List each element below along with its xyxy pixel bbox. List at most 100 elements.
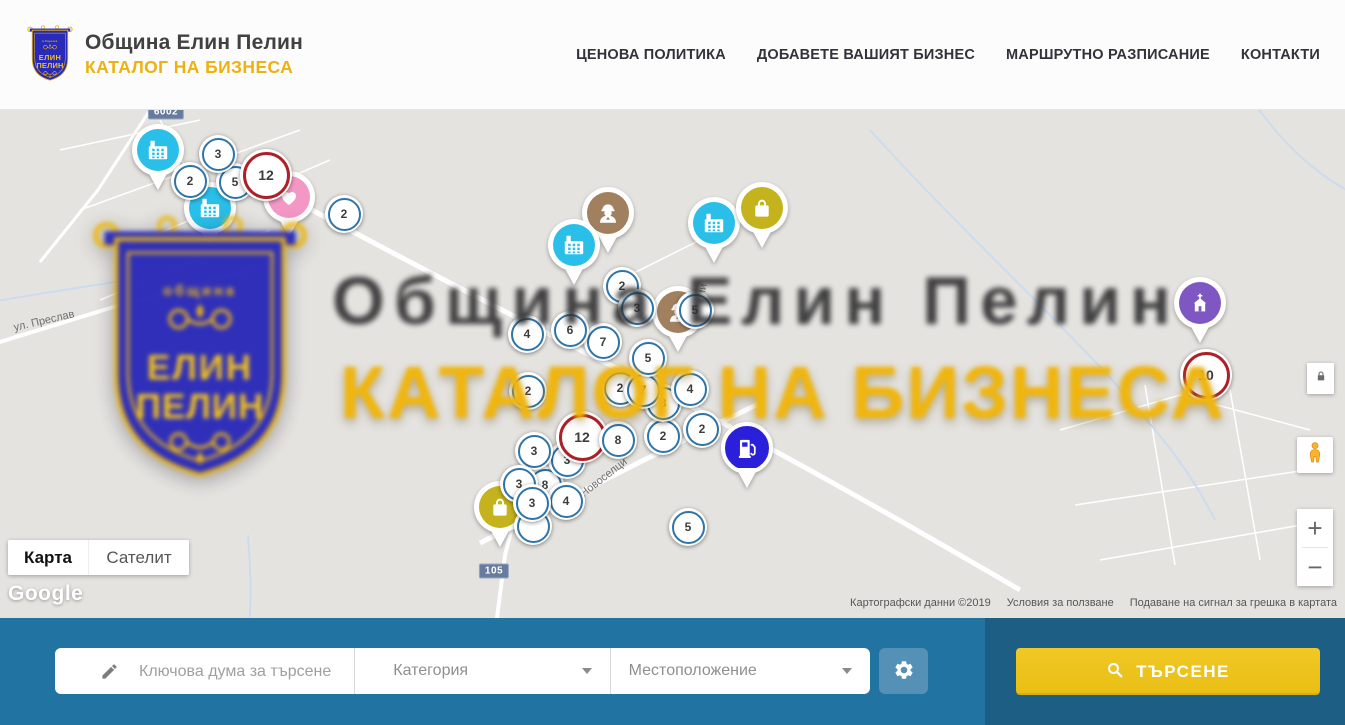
search-submit-button[interactable]: ТЪРСЕНЕ [1016,648,1320,695]
location-select-value: Местоположение [629,662,757,680]
satellite-view-button[interactable]: Сателит [88,540,189,575]
gear-icon [893,659,915,684]
pencil-icon [100,662,119,686]
cluster-count: 3 [516,487,549,520]
cluster-count: 4 [674,373,707,406]
map-pin[interactable] [721,422,773,488]
keyword-section [55,648,354,694]
map-pin[interactable] [688,197,740,263]
cluster-count: 2 [647,420,680,453]
map-type-control: Карта Сателит [8,540,189,575]
svg-text:ПЕЛИН: ПЕЛИН [36,61,63,70]
main-nav: ЦЕНОВА ПОЛИТИКА ДОБАВЕТЕ ВАШИЯТ БИЗНЕС М… [576,47,1320,63]
cluster-count: 3 [621,292,654,325]
chevron-down-icon [582,668,592,674]
location-select[interactable]: Местоположение [610,648,870,694]
cluster-count: 7 [627,374,660,407]
pin-tail [563,265,585,285]
pin-tail [147,170,169,190]
site-title: Община Елин Пелин [85,31,303,55]
factory-icon [145,137,171,163]
category-select[interactable]: Категория [354,648,609,694]
road-number-badge: 105 [479,564,509,579]
zoom-in-button[interactable]: + [1297,509,1333,547]
attribution-copyright: Картографски данни ©2019 [850,597,991,609]
zoom-out-button[interactable]: − [1297,548,1333,586]
pegman-icon [1303,441,1327,470]
map-view-button[interactable]: Карта [8,540,88,575]
cluster-count: 6 [554,314,587,347]
cluster-count: 5 [679,294,712,327]
cluster-marker[interactable]: 7 [624,371,662,409]
pin-tail [489,527,511,547]
padlock-icon [1314,368,1328,389]
nav-item-contacts[interactable]: КОНТАКТИ [1241,47,1320,63]
cluster-marker[interactable]: 3 [513,484,551,522]
pin-tail [736,468,758,488]
keyword-search-input[interactable] [137,648,346,694]
pin-tail [278,217,300,237]
cluster-marker[interactable]: 4 [508,315,546,353]
map-canvas[interactable]: 6002105ул. Преславбул. „Новоселци“ции 83… [0,110,1345,618]
cluster-marker[interactable]: 2 [644,417,682,455]
cluster-marker[interactable]: 2 [683,410,721,448]
map-pin[interactable] [736,182,788,248]
terms-of-use-link[interactable]: Условия за ползване [1007,597,1114,609]
street-view-pegman[interactable] [1297,437,1333,473]
cluster-marker[interactable]: 3 [618,289,656,327]
map-attribution: Картографски данни ©2019 Условия за полз… [850,597,1337,609]
cluster-count: 10 [1183,352,1230,399]
cluster-marker[interactable]: 2 [325,195,363,233]
page: община ЕЛИН ПЕЛИН Община Елин Пелин КАТА… [0,0,1345,725]
cluster-marker[interactable]: 8 [599,421,637,459]
cluster-count: 4 [511,318,544,351]
cluster-marker[interactable]: 3 [199,135,237,173]
cluster-marker[interactable]: 4 [671,370,709,408]
nav-item-add-business[interactable]: ДОБАВЕТЕ ВАШИЯТ БИЗНЕС [757,47,975,63]
pin-tail [703,243,725,263]
pin-tail [597,233,619,253]
cluster-count: 3 [202,138,235,171]
map-pin[interactable] [1174,277,1226,343]
cluster-marker[interactable]: 4 [547,482,585,520]
header: община ЕЛИН ПЕЛИН Община Елин Пелин КАТА… [0,0,1345,110]
lock-button[interactable] [1307,363,1334,394]
svg-text:ЕЛИН: ЕЛИН [39,52,62,61]
cluster-marker[interactable]: 12 [240,149,292,201]
search-bar: Категория Местоположение ТЪРСЕНЕ [0,618,1345,725]
cluster-count: 2 [512,375,545,408]
advanced-settings-button[interactable] [879,648,928,694]
cluster-count: 3 [518,435,551,468]
pin-tail [667,332,689,352]
cluster-marker[interactable]: 10 [1180,349,1232,401]
report-map-error-link[interactable]: Подаване на сигнал за грешка в картата [1130,597,1337,609]
fuel-icon [734,435,760,461]
cluster-count: 12 [243,152,290,199]
site-subtitle: КАТАЛОГ НА БИЗНЕСА [85,57,303,78]
cluster-marker[interactable]: 7 [584,323,622,361]
road-number-badge: 6002 [148,110,184,120]
svg-text:община: община [42,39,58,43]
nav-item-pricing[interactable]: ЦЕНОВА ПОЛИТИКА [576,47,726,63]
factory-icon [197,195,223,221]
factory-icon [561,232,587,258]
cluster-marker[interactable]: 6 [551,311,589,349]
site-logo[interactable]: община ЕЛИН ПЕЛИН Община Елин Пелин КАТА… [25,24,303,86]
chevron-down-icon [842,668,852,674]
cluster-marker[interactable]: 5 [629,339,667,377]
zoom-control: + − [1297,509,1333,586]
factory-icon [701,210,727,236]
cluster-marker[interactable]: 5 [669,508,707,546]
nav-item-bus-schedule[interactable]: МАРШРУТНО РАЗПИСАНИЕ [1006,47,1210,63]
map-pin[interactable] [548,219,600,285]
bag-icon [749,195,775,221]
cluster-count: 2 [174,165,207,198]
pin-tail [199,228,221,248]
pin-tail [1189,323,1211,343]
cluster-marker[interactable]: 2 [171,162,209,200]
search-widget: Категория Местоположение [55,648,870,694]
cluster-marker[interactable]: 5 [676,291,714,329]
cluster-marker[interactable]: 2 [509,372,547,410]
cluster-count: 2 [328,198,361,231]
google-logo[interactable]: Google [8,582,83,606]
